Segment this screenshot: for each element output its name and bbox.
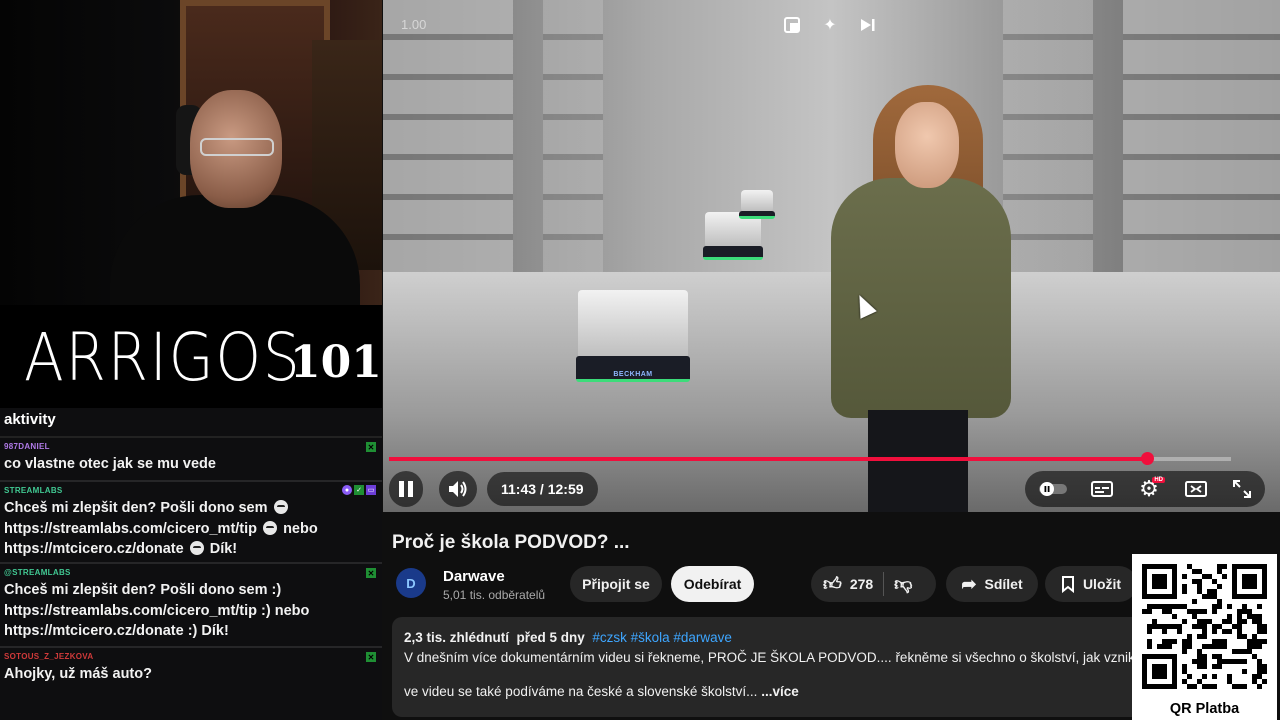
player-top-controls: ✦ [781, 13, 879, 37]
hd-badge: HD [1152, 477, 1165, 483]
chat-text: co vlastne otec jak se mu vede [4, 456, 216, 472]
join-button[interactable]: Připojit se [570, 566, 662, 602]
description-line: V dnešním více dokumentárním videu si ře… [404, 650, 1146, 665]
time-display: 11:43 / 12:59 [487, 472, 598, 506]
theater-mode-button[interactable] [1181, 471, 1211, 507]
chat-text: Ahojky, už máš auto? [4, 666, 152, 682]
chat-text: Chceš mi zlepšit den? Pošli dono sem htt… [4, 500, 318, 557]
like-dislike-group: 👍︎ 278 👎︎ [811, 566, 936, 602]
chat-username: SOTOUS_Z_JEZKOVA [4, 652, 94, 661]
presenter-legs [868, 410, 968, 512]
qr-payment-overlay: QR Platba [1132, 554, 1277, 720]
stream-overlay-panel: ARRIGOS 101 aktivity 987DANIEL co vlastn… [0, 0, 382, 720]
glasses [200, 138, 274, 156]
twitch-icon: ▭ [366, 485, 376, 495]
publish-date: před 5 dny [516, 630, 585, 645]
platform-badges: ● ✓ ▭ [342, 485, 376, 495]
warehouse-robot: BECKHAM [576, 290, 690, 382]
subtitles-button[interactable] [1087, 471, 1117, 507]
stream-logo: ARRIGOS 101 [0, 305, 382, 410]
miniplayer-icon[interactable] [781, 13, 803, 37]
thumbs-down-icon: 👎︎ [894, 574, 913, 594]
skip-next-icon[interactable] [857, 13, 879, 37]
logo-name: ARRIGOS [24, 319, 302, 396]
chat-message: @STREAMLABS Chceš mi zlepšit den? Pošli … [0, 564, 382, 648]
chat-username: @STREAMLABS [4, 568, 71, 577]
verified-icon: ✕ [366, 652, 376, 662]
like-count: 278 [849, 576, 874, 592]
pause-button[interactable] [389, 471, 423, 507]
chat-message: STREAMLABS Chceš mi zlepšit den? Pošli d… [0, 482, 382, 564]
emote-icon [263, 520, 278, 535]
verified-icon: ✕ [366, 442, 376, 452]
video-player[interactable]: BECKHAM 1.00 ✦ 11:43 / 12:59 ⚙ HD [383, 0, 1280, 512]
webcam-feed [0, 0, 382, 305]
chat-partial-message: aktivity [0, 408, 382, 438]
chat-username: STREAMLABS [4, 486, 63, 495]
pause-icon [399, 481, 413, 497]
fullscreen-icon [1233, 480, 1251, 498]
autoplay-toggle[interactable] [1035, 471, 1071, 507]
qr-label: QR Platba [1169, 701, 1240, 717]
autoplay-toggle-icon [1039, 482, 1067, 496]
playback-speed: 1.00 [401, 17, 427, 32]
chat-message: 987DANIEL co vlastne otec jak se mu vede… [0, 438, 382, 482]
progress-bar[interactable] [389, 452, 1231, 465]
qr-code [1142, 564, 1267, 689]
progress-scrubber[interactable] [1140, 452, 1154, 465]
description-meta: 2,3 tis. zhlédnutí před 5 dny #czsk #ško… [404, 630, 1140, 645]
volume-icon [449, 481, 467, 497]
chat-panel: aktivity 987DANIEL co vlastne otec jak s… [0, 408, 382, 720]
show-more-link[interactable]: ...více [761, 684, 799, 699]
channel-name[interactable]: Darwave [443, 568, 505, 585]
hashtags[interactable]: #czsk #škola #darwave [592, 630, 732, 645]
bookmark-icon [1061, 576, 1074, 593]
channel-avatar[interactable]: D [396, 568, 426, 598]
subscribe-button[interactable]: Odebírat [671, 566, 754, 602]
share-button[interactable]: ➦ Sdílet [946, 566, 1038, 602]
dislike-button[interactable]: 👎︎ [894, 573, 912, 595]
thumbs-up-icon: 👍︎ [823, 574, 842, 594]
robot-label: BECKHAM [613, 371, 653, 378]
sparkle-icon[interactable]: ✦ [819, 13, 841, 37]
chat-text: Chceš mi zlepšit den? Pošli dono sem :) … [4, 582, 310, 639]
description-line: ve videu se také podíváme na české a slo… [404, 684, 799, 699]
fullscreen-button[interactable] [1227, 471, 1257, 507]
streamer-body [110, 195, 360, 305]
save-button[interactable]: Uložit [1045, 566, 1137, 602]
emote-icon [189, 541, 204, 555]
progress-played [389, 457, 1147, 461]
settings-button[interactable]: ⚙ HD [1133, 471, 1165, 507]
logo-number: 101 [290, 337, 382, 388]
presenter-face [895, 102, 959, 188]
share-icon: ➦ [961, 573, 977, 594]
like-button[interactable]: 👍︎ 278 [823, 573, 873, 595]
video-title: Proč je škola PODVOD? ... [392, 532, 630, 553]
volume-button[interactable] [439, 471, 477, 507]
kick-icon: ✓ [354, 485, 364, 495]
chat-username: 987DANIEL [4, 442, 50, 451]
subscriber-count: 5,01 tis. odběratelů [443, 588, 546, 602]
subtitles-icon [1091, 481, 1113, 497]
emote-icon [273, 500, 288, 514]
description-box[interactable]: 2,3 tis. zhlédnutí před 5 dny #czsk #ško… [392, 617, 1152, 717]
youtube-icon: ● [342, 485, 352, 495]
theater-icon [1185, 481, 1207, 497]
warehouse-robot [739, 190, 775, 219]
view-count: 2,3 tis. zhlédnutí [404, 630, 510, 645]
verified-icon: ✕ [366, 568, 376, 578]
chat-message: SOTOUS_Z_JEZKOVA Ahojky, už máš auto? ✕ [0, 648, 382, 692]
